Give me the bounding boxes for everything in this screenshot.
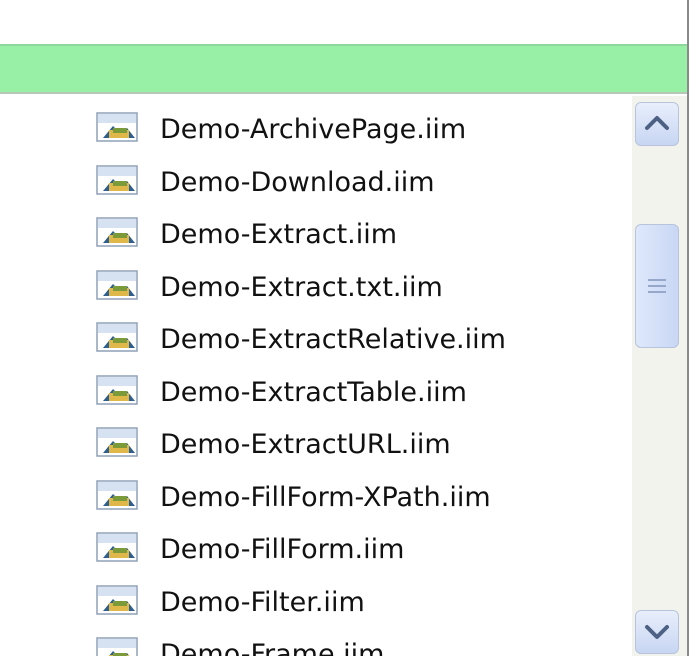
file-name-label: Demo-Download.iim [160,166,435,198]
file-name-label: Demo-Extract.iim [160,219,398,250]
file-name-label: Demo-FillForm.iim [160,534,405,565]
file-name-label: Demo-Extract.txt.iim [160,271,443,303]
vertical-scrollbar[interactable] [632,96,687,656]
file-item[interactable]: Demo-FillForm-XPath.iim [0,472,632,524]
file-item[interactable]: Demo-ExtractTable.iim [0,367,632,419]
scroll-down-button[interactable] [635,610,679,654]
file-name-label: Demo-ExtractTable.iim [160,376,467,408]
selected-row-highlight[interactable] [0,44,687,94]
header-area [0,0,687,44]
thumb-grip-line [648,285,666,287]
file-name-label: Demo-Frame.iim [160,639,385,656]
macro-file-icon [96,427,138,457]
file-item[interactable]: Demo-ArchivePage.iim [0,104,632,156]
macro-file-icon [96,532,138,562]
scroll-thumb[interactable] [635,224,679,348]
macro-file-icon [96,269,138,300]
macro-file-icon [96,322,138,352]
window-edge [689,0,699,656]
macro-file-icon [96,479,138,510]
file-item[interactable]: Demo-FillForm.iim [0,524,632,576]
file-name-label: Demo-ArchivePage.iim [160,114,467,145]
file-name-label: Demo-FillForm-XPath.iim [160,481,491,513]
scroll-up-button[interactable] [635,102,679,146]
file-item[interactable]: Demo-Filter.iim [0,577,632,629]
file-item[interactable]: Demo-Download.iim [0,157,632,209]
file-item[interactable]: Demo-Frame.iim [0,629,632,656]
file-tree-panel: Demo-ArchivePage.iim Demo-Download.iim Dem… [0,0,689,656]
file-list: Demo-ArchivePage.iim Demo-Download.iim Dem… [0,96,632,656]
macro-file-icon [96,164,138,195]
macro-file-icon [96,584,138,615]
file-item[interactable]: Demo-ExtractRelative.iim [0,314,632,366]
thumb-grip-line [648,279,666,281]
file-name-label: Demo-ExtractRelative.iim [160,324,506,355]
macro-file-icon [96,112,138,142]
chevron-down-icon [645,625,669,639]
macro-file-icon [96,217,138,247]
macro-file-icon [96,374,138,405]
file-name-label: Demo-ExtractURL.iim [160,429,451,460]
thumb-grip-line [648,291,666,293]
file-item[interactable]: Demo-ExtractURL.iim [0,419,632,471]
file-item[interactable]: Demo-Extract.txt.iim [0,262,632,314]
macro-file-icon [96,637,138,656]
file-item[interactable]: Demo-Extract.iim [0,209,632,261]
chevron-up-icon [645,116,669,130]
file-name-label: Demo-Filter.iim [160,586,365,618]
